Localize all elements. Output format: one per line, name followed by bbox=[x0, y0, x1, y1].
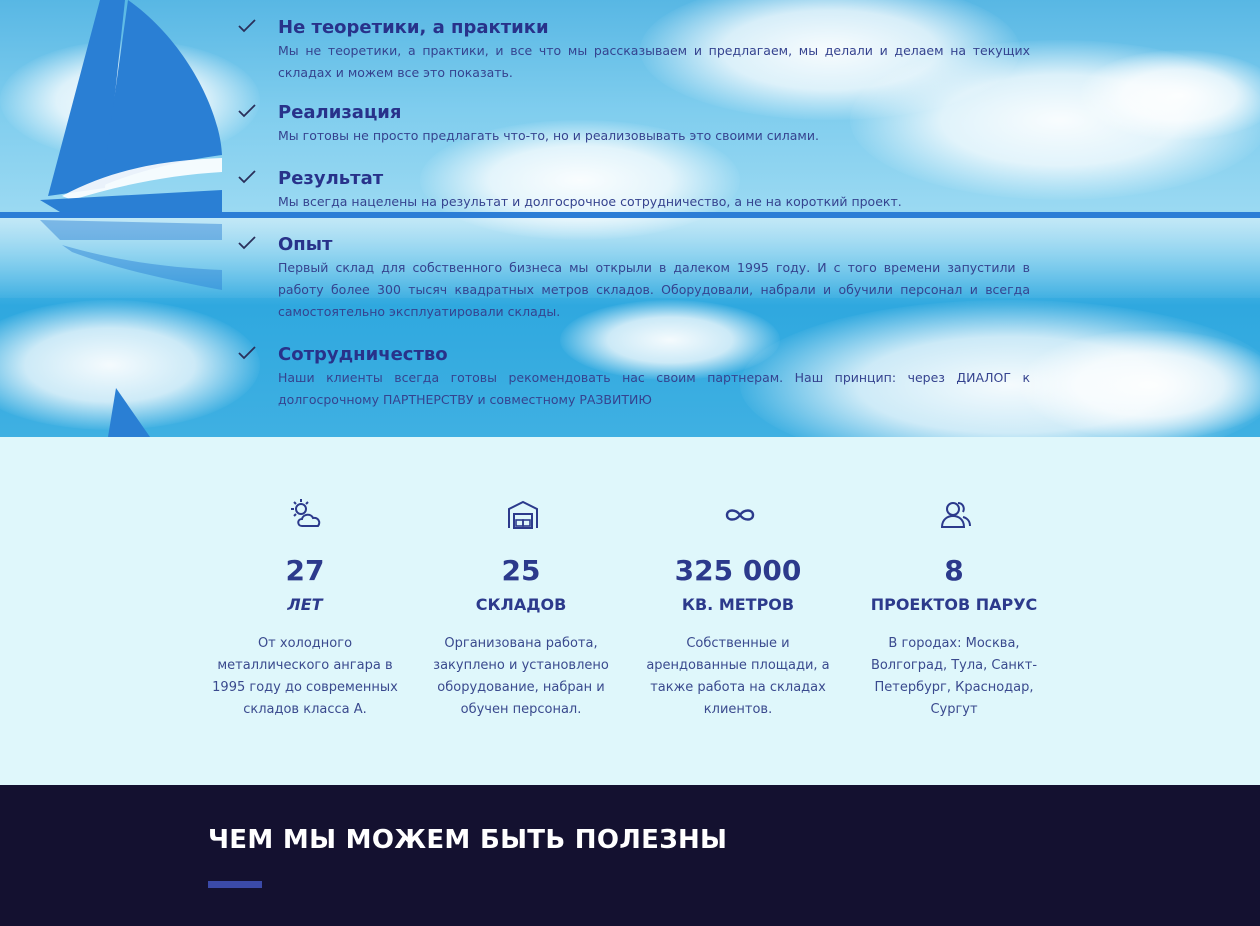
warehouse-icon bbox=[508, 500, 538, 529]
stat-description: Организована работа, закуплено и установ… bbox=[433, 636, 609, 717]
stat-description: В городах: Москва, Волгоград, Тула, Санк… bbox=[870, 636, 1038, 717]
stat-unit: ПРОЕКТОВ ПАРУС bbox=[870, 595, 1038, 614]
check-icon bbox=[238, 236, 256, 250]
hero-section: Не теоретики, а практики Мы не теоретики… bbox=[0, 0, 1260, 437]
title-underline bbox=[208, 881, 262, 888]
services-section: ЧЕМ МЫ МОЖЕМ БЫТЬ ПОЛЕЗНЫ bbox=[0, 785, 1260, 926]
stat-number: 25 bbox=[501, 554, 541, 587]
feature-text: Мы не теоретики, а практики, и все что м… bbox=[278, 43, 1030, 80]
feature-item: Результат Мы всегда нацелены на результа… bbox=[238, 167, 1030, 213]
feature-title: Опыт bbox=[278, 234, 333, 255]
stat-unit: ЛЕТ bbox=[287, 595, 323, 614]
cloud bbox=[1020, 330, 1260, 437]
users-icon bbox=[940, 502, 971, 528]
feature-text: Наши клиенты всегда готовы рекомендовать… bbox=[278, 370, 1030, 407]
check-icon bbox=[238, 104, 256, 118]
feature-item: Не теоретики, а практики Мы не теоретики… bbox=[238, 16, 1030, 84]
feature-item: Реализация Мы готовы не просто предлагат… bbox=[238, 101, 1030, 147]
feature-text: Мы готовы не просто предлагать что-то, н… bbox=[278, 128, 819, 143]
stat-description: Собственные и арендованные площади, а та… bbox=[646, 636, 830, 717]
feature-text: Мы всегда нацелены на результат и долгос… bbox=[278, 194, 902, 209]
stat-number: 8 bbox=[944, 554, 964, 587]
feature-item: Сотрудничество Наши клиенты всегда готов… bbox=[238, 343, 1030, 411]
feature-title: Реализация bbox=[278, 102, 402, 123]
stat-description: От холодного металлического ангара в 199… bbox=[212, 636, 398, 717]
stat-unit: СКЛАДОВ bbox=[475, 595, 567, 614]
feature-title: Результат bbox=[278, 168, 384, 189]
check-icon bbox=[238, 170, 256, 184]
features-list: Не теоретики, а практики Мы не теоретики… bbox=[238, 16, 1030, 411]
weather-icon bbox=[291, 499, 321, 527]
feature-title: Не теоретики, а практики bbox=[278, 17, 549, 38]
stat-unit: КВ. МЕТРОВ bbox=[681, 595, 795, 614]
stat-number: 325 000 bbox=[674, 554, 802, 587]
stat-number: 27 bbox=[285, 554, 325, 587]
feature-title: Сотрудничество bbox=[278, 344, 448, 365]
infinity-icon bbox=[725, 509, 755, 521]
check-icon bbox=[238, 346, 256, 360]
feature-text: Первый склад для собственного бизнеса мы… bbox=[278, 260, 1030, 319]
stats-section: 27 ЛЕТ От холодного металлического ангар… bbox=[0, 437, 1260, 785]
check-icon bbox=[238, 19, 256, 33]
section-title: ЧЕМ МЫ МОЖЕМ БЫТЬ ПОЛЕЗНЫ bbox=[208, 825, 728, 855]
feature-item: Опыт Первый склад для собственного бизне… bbox=[238, 233, 1030, 323]
